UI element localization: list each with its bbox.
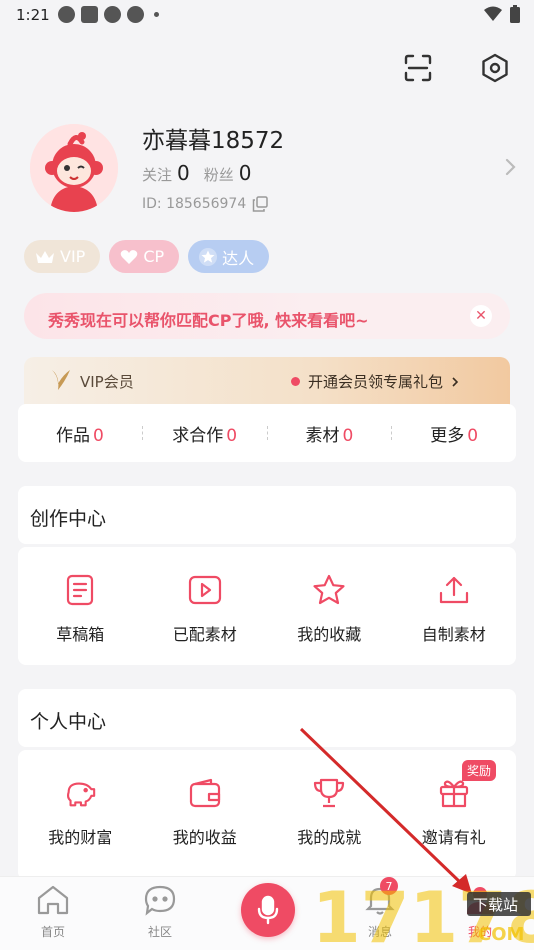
star-icon: [199, 247, 218, 266]
daren-badge[interactable]: 达人: [188, 240, 270, 273]
chevron-right-icon: [452, 376, 459, 387]
my-achievements-label: 我的成就: [297, 828, 362, 847]
microphone-icon: [257, 895, 279, 925]
vip-cta-text: 开通会员领专属礼包: [308, 373, 444, 391]
works-tab[interactable]: 作品 0: [18, 421, 142, 446]
my-earnings-label: 我的收益: [172, 828, 237, 847]
notification-icon: [81, 6, 98, 23]
personal-center-grid: 我的财富 我的收益 我的成就 邀请有礼: [18, 750, 516, 880]
draft-icon: [63, 573, 97, 607]
notification-icon: [104, 6, 121, 23]
self-made-materials-label: 自制素材: [421, 625, 486, 644]
settings-button[interactable]: [477, 50, 513, 86]
daren-badge-label: 达人: [222, 248, 255, 268]
cp-badge-label: CP: [143, 247, 165, 266]
badges: VIP CP 达人: [24, 240, 270, 273]
status-right: [484, 5, 520, 23]
nav-home[interactable]: 首页: [23, 884, 83, 940]
more-notifications-icon: [154, 12, 159, 17]
trophy-icon: [312, 776, 346, 810]
drafts-item[interactable]: 草稿箱: [18, 547, 143, 665]
chat-bubble-icon: [144, 885, 176, 916]
personal-center-title: 个人中心: [30, 711, 107, 733]
play-icon: [188, 573, 222, 607]
username: 亦暮暮18572: [142, 128, 285, 154]
works-bar: 作品 0 求合作 0 素材 0 更多 0: [18, 404, 516, 462]
my-wealth-label: 我的财富: [48, 828, 113, 847]
fans-count[interactable]: 0: [239, 161, 252, 185]
works-tab-count: 0: [92, 425, 104, 446]
creation-center-grid: 草稿箱 已配素材 我的收藏 自制素材: [18, 547, 516, 665]
fans-label: 粉丝: [203, 166, 234, 184]
following-label: 关注: [142, 166, 173, 184]
status-notification-icons: [58, 6, 159, 23]
watermark-logo: 17178 下载站 COM: [312, 876, 534, 950]
more-tab-label: 更多: [430, 425, 465, 446]
red-dot-indicator: [291, 377, 300, 386]
wifi-icon: [484, 6, 502, 21]
more-tab-count: 0: [467, 425, 479, 446]
heart-icon: [121, 249, 138, 264]
watermark-site: 下载站: [473, 896, 518, 914]
close-icon[interactable]: ✕: [470, 305, 492, 327]
creation-center-title: 创作中心: [30, 508, 107, 530]
upload-icon: [437, 573, 471, 607]
my-wealth-item[interactable]: 我的财富: [18, 750, 143, 880]
user-id-text: ID: 185656974: [142, 196, 247, 212]
my-achievements-item[interactable]: 我的成就: [267, 750, 392, 880]
follow-stats: 关注 0 粉丝 0: [142, 161, 266, 185]
home-icon: [37, 885, 69, 915]
nav-community-label: 社区: [147, 925, 172, 939]
vip-leaf-icon: [52, 370, 70, 390]
monkey-mascot-icon: [30, 124, 118, 212]
materials-tab[interactable]: 素材 0: [268, 421, 392, 446]
scan-button[interactable]: [400, 50, 436, 86]
cp-match-banner-text: 秀秀现在可以帮你匹配CP了哦, 快来看看吧~: [48, 311, 369, 330]
vip-badge-label: VIP: [60, 247, 86, 266]
avatar[interactable]: [30, 124, 118, 212]
vip-label: VIP会员: [80, 373, 134, 391]
status-time: 1:21: [16, 6, 50, 24]
dubbed-materials-item[interactable]: 已配素材: [143, 547, 268, 665]
drafts-label: 草稿箱: [56, 625, 105, 644]
piggy-bank-icon: [63, 776, 97, 810]
crown-icon: [36, 250, 54, 263]
self-made-materials-item[interactable]: 自制素材: [392, 547, 517, 665]
cooperation-tab-count: 0: [226, 425, 238, 446]
favorites-item[interactable]: 我的收藏: [267, 547, 392, 665]
invite-gift-label: 邀请有礼: [421, 828, 486, 847]
invite-gift-item[interactable]: 邀请有礼: [392, 750, 517, 880]
more-tab[interactable]: 更多 0: [392, 421, 516, 446]
wallet-icon: [188, 776, 222, 810]
battery-icon: [510, 5, 520, 23]
notification-icon: [127, 6, 144, 23]
settings-hexagon-icon: [482, 53, 508, 83]
favorites-label: 我的收藏: [297, 625, 362, 644]
cp-badge[interactable]: CP: [109, 240, 180, 273]
watermark-suffix: COM: [478, 924, 524, 945]
works-tab-label: 作品: [55, 425, 90, 446]
user-id: ID: 185656974: [142, 196, 268, 212]
star-outline-icon: [312, 573, 346, 607]
materials-tab-count: 0: [342, 425, 354, 446]
nav-home-label: 首页: [40, 925, 65, 939]
record-mic-button[interactable]: [241, 883, 295, 937]
notification-icon: [58, 6, 75, 23]
vip-badge[interactable]: VIP: [24, 240, 101, 273]
following-count[interactable]: 0: [177, 161, 190, 185]
my-earnings-item[interactable]: 我的收益: [143, 750, 268, 880]
gift-icon: [437, 776, 471, 810]
scan-icon: [404, 54, 432, 82]
profile-chevron-right-icon[interactable]: [504, 157, 518, 181]
cooperation-tab-label: 求合作: [172, 425, 224, 446]
materials-tab-label: 素材: [305, 425, 340, 446]
cooperation-tab[interactable]: 求合作 0: [143, 421, 267, 446]
nav-community[interactable]: 社区: [130, 884, 190, 940]
copy-icon[interactable]: [252, 196, 268, 212]
dubbed-materials-label: 已配素材: [172, 625, 237, 644]
vip-cta[interactable]: 开通会员领专属礼包: [291, 371, 459, 392]
reward-tag: 奖励: [462, 760, 497, 781]
